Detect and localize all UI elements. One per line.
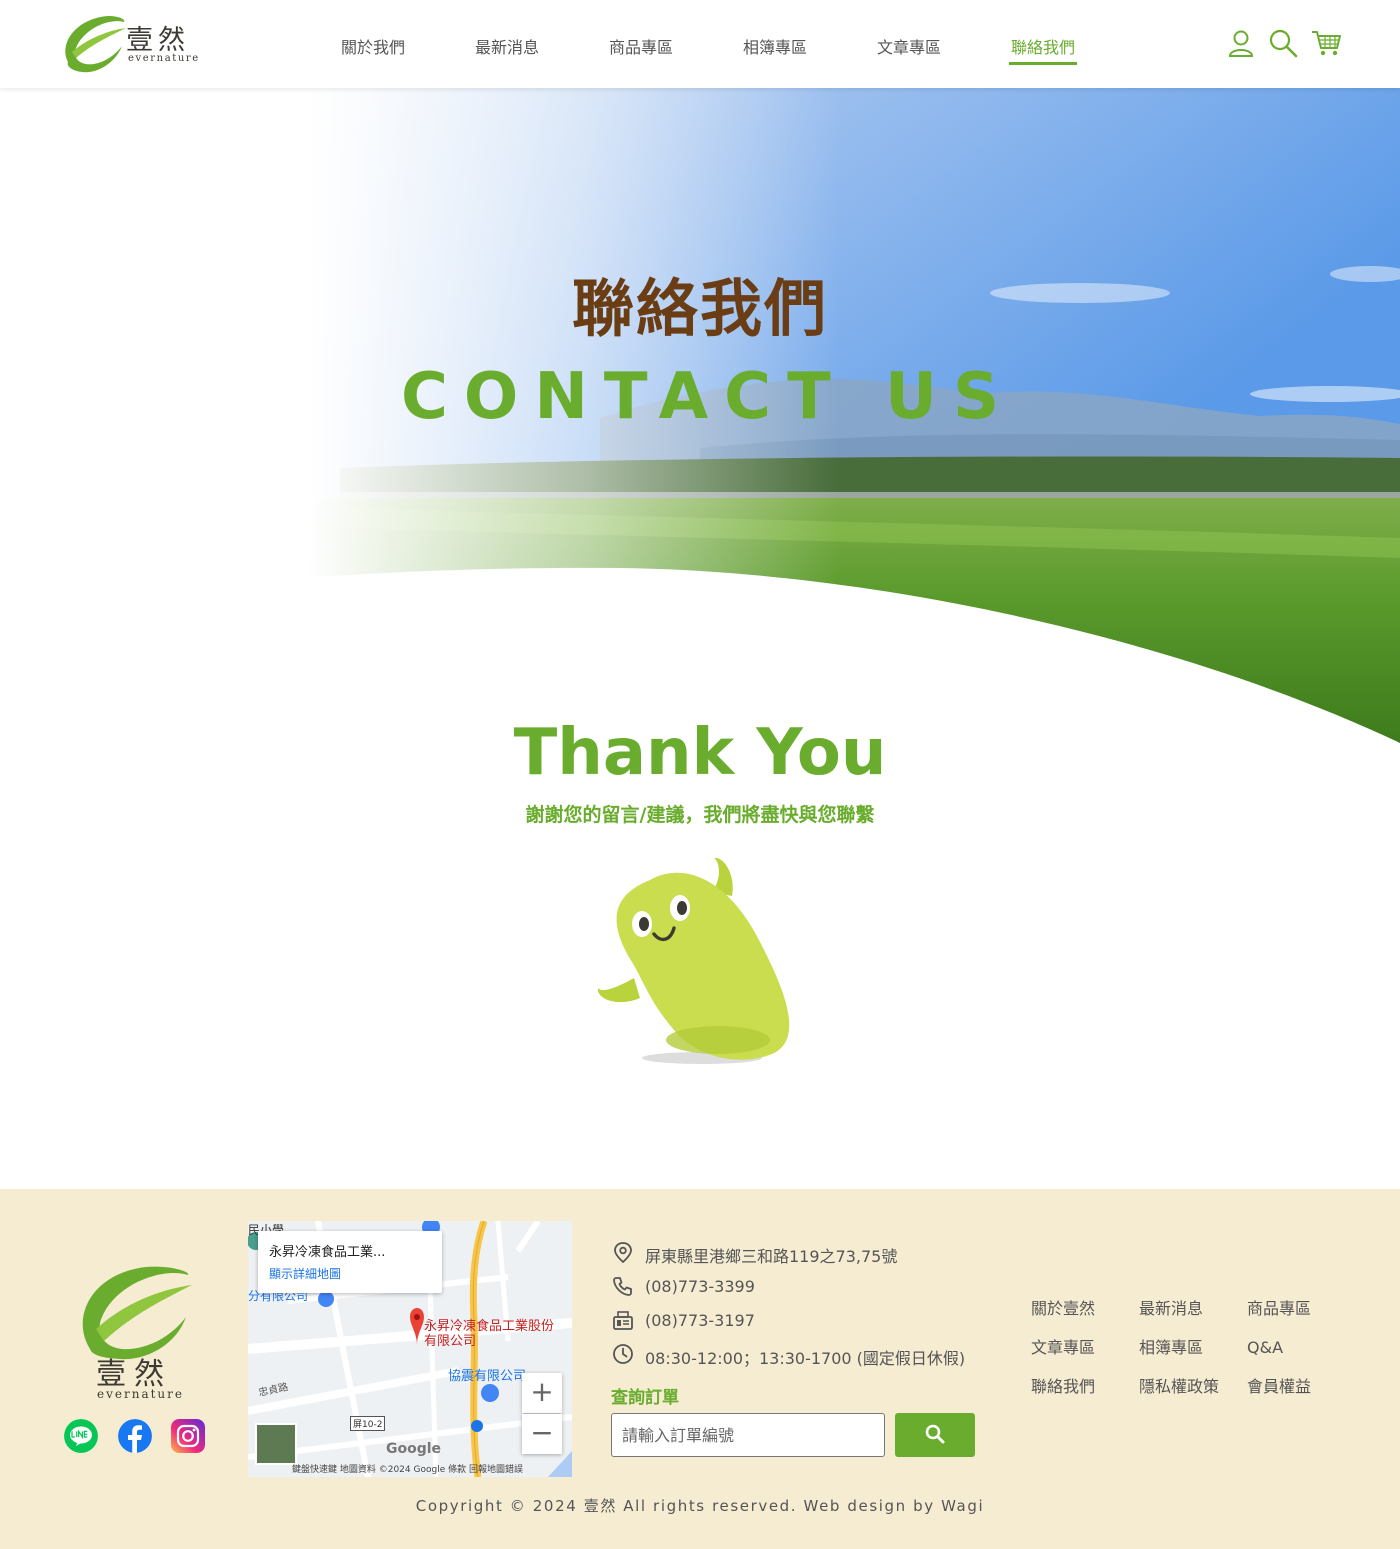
copyright-text: Copyright © 2024 壹然 All rights reserved.… [415,1497,985,1515]
nav-item-albums[interactable]: 相簿專區 [708,0,842,88]
hero-banner: 聯絡我們 CONTACT US [0,88,1400,748]
footer-link-privacy[interactable]: 隱私權政策 [1139,1377,1247,1396]
thank-you-subtitle: 謝謝您的留言/建議，我們將盡快與您聯繫 [525,804,875,826]
line-icon[interactable] [64,1419,98,1453]
nav-item-articles[interactable]: 文章專區 [842,0,976,88]
footer-link-products[interactable]: 商品專區 [1247,1299,1347,1318]
footer-link-about[interactable]: 關於壹然 [1031,1299,1139,1318]
nav-item-news[interactable]: 最新消息 [440,0,574,88]
instagram-icon[interactable] [171,1419,205,1453]
brand-name-en: evernature [128,53,200,64]
contact-fax: (08)773-3197 [645,1311,755,1330]
footer-link-articles[interactable]: 文章專區 [1031,1338,1139,1357]
leaf-logo-icon [65,16,126,73]
footer-brand-name-en: evernature [97,1387,184,1401]
thank-you-title: Thank You [513,716,887,790]
map-label-shop[interactable]: 協震有限公司 [448,1365,526,1384]
order-search-button[interactable] [895,1413,975,1457]
map-attribution[interactable]: 鍵盤快速鍵 地圖資料 ©2024 Google 條款 回報地圖錯誤 [292,1462,523,1475]
map-view-larger-link[interactable]: 顯示詳細地圖 [269,1265,341,1282]
phone-icon [613,1277,632,1296]
map-zoom-in-button[interactable]: + [522,1373,562,1413]
bean-mascot-icon [597,857,790,1064]
map-zoom-out-button[interactable]: − [522,1414,562,1454]
nav-item-contact[interactable]: 聯絡我們 [976,0,1110,88]
cart-icon[interactable] [1311,28,1341,58]
brand-logo[interactable]: 壹然 evernature [58,12,198,76]
contact-hours: 08:30-12:00；13:30-1700 (國定假日休假) [645,1349,966,1368]
search-icon[interactable] [1268,28,1298,58]
map-card-title: 永昇冷凍食品工業... [269,1245,386,1260]
order-number-input[interactable] [611,1413,885,1457]
footer-link-member-rights[interactable]: 會員權益 [1247,1377,1347,1396]
google-map[interactable]: 民小學 分有限公司 永昇冷凍食品工業... 顯示詳細地圖 永昇冷凍食品工業股份有… [248,1221,572,1477]
site-footer: 壹然 evernature 民小學 分有限公司 永昇冷凍食品工業... 顯示詳細… [0,1189,1400,1549]
clock-icon [613,1344,633,1364]
map-route-label: 屏10-2 [350,1416,386,1431]
footer-links: 關於壹然 最新消息 商品專區 文章專區 相簿專區 Q&A 聯絡我們 隱私權政策 … [1031,1299,1351,1396]
main-nav: 關於我們 最新消息 商品專區 相簿專區 文章專區 聯絡我們 [306,0,1110,88]
order-lookup-title: 查詢訂單 [611,1388,679,1408]
map-pin-label[interactable]: 永昇冷凍食品工業股份有限公司 [424,1319,554,1349]
nav-item-products[interactable]: 商品專區 [574,0,708,88]
footer-link-contact[interactable]: 聯絡我們 [1031,1377,1139,1396]
facebook-icon[interactable] [118,1419,152,1453]
contact-address: 屏東縣里港鄉三和路119之73,75號 [645,1247,898,1266]
footer-link-qa[interactable]: Q&A [1247,1338,1347,1357]
footer-link-albums[interactable]: 相簿專區 [1139,1338,1247,1357]
site-header: 壹然 evernature 關於我們 最新消息 商品專區 相簿專區 文章專區 聯… [0,0,1400,88]
contact-phone[interactable]: (08)773-3399 [645,1277,755,1296]
map-info-card: 永昇冷凍食品工業... 顯示詳細地圖 [258,1231,442,1293]
brand-name-cn: 壹然 [126,25,190,56]
user-icon[interactable] [1226,28,1256,58]
hero-title-cn: 聯絡我們 [571,272,828,345]
google-wordmark: Google [386,1441,442,1457]
nav-item-about[interactable]: 關於我們 [306,0,440,88]
footer-link-news[interactable]: 最新消息 [1139,1299,1247,1318]
location-pin-icon [614,1242,632,1263]
search-icon [925,1424,945,1443]
hero-title-en: CONTACT US [400,360,1016,434]
fax-icon [613,1311,633,1330]
